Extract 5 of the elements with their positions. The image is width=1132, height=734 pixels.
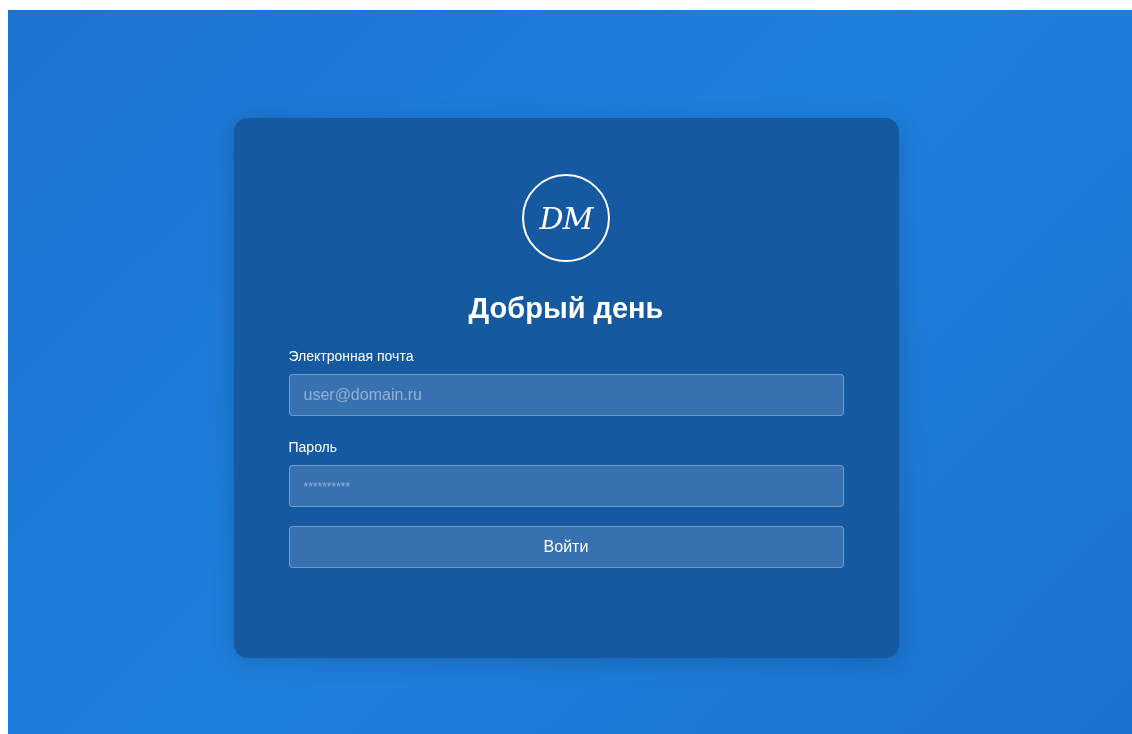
greeting-title: Добрый день <box>468 292 664 325</box>
field-label: Пароль <box>288 439 338 455</box>
field-label: Электронная почта <box>288 348 414 364</box>
login-button[interactable]: Войти <box>288 526 844 568</box>
logo: DM <box>522 174 610 262</box>
